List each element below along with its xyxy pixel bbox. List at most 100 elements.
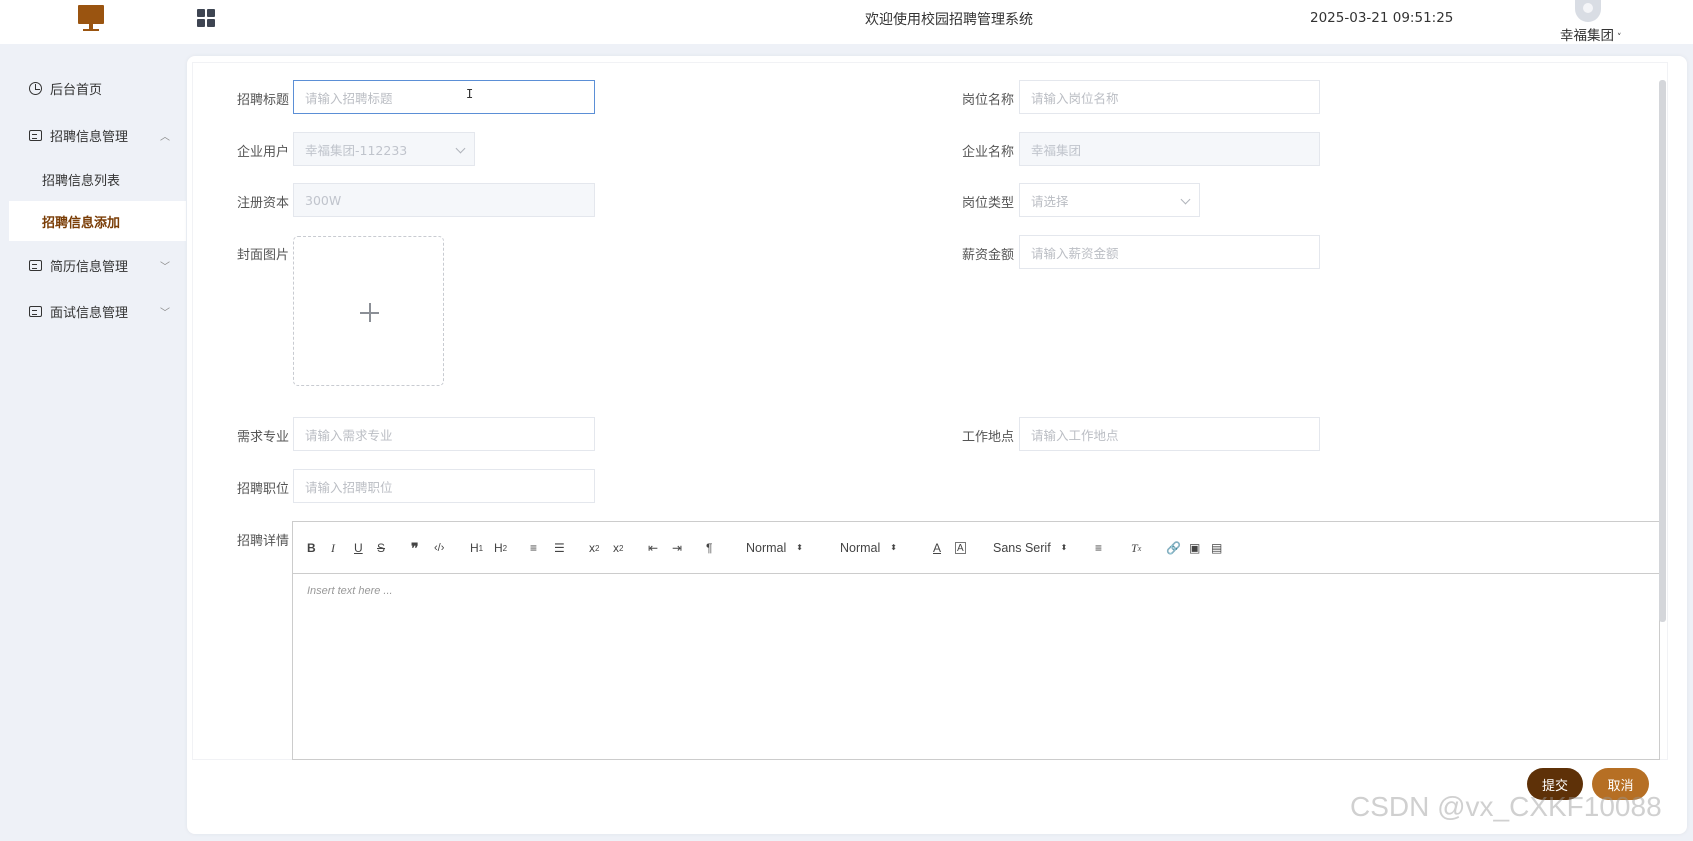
major-input[interactable]: 请输入需求专业: [293, 417, 595, 451]
chevron-up-icon: ︿: [160, 131, 170, 143]
company-name-label: 企业名称: [962, 145, 1015, 160]
ordered-list-icon[interactable]: ≡: [530, 539, 537, 557]
rich-text-editor[interactable]: B I U S ❞ ‹/› H1 H2 ≡ ☰ x2 x2 ⇤ ⇥ ¶ Norm…: [292, 521, 1660, 760]
outdent-icon[interactable]: ⇤: [648, 539, 658, 557]
sidebar-item-label: 简历信息管理: [50, 259, 129, 275]
major-label: 需求专业: [237, 430, 290, 445]
salary-input[interactable]: 请输入薪资金额: [1019, 235, 1320, 269]
position-type-label: 岗位类型: [962, 196, 1015, 211]
user-name: 幸福集团: [1560, 28, 1614, 44]
header-select[interactable]: Normal ⬍: [746, 539, 803, 557]
sidebar-item-interview[interactable]: 面试信息管理 ﹀: [0, 291, 186, 331]
sidebar-subitem-label: 招聘信息列表: [42, 173, 121, 189]
align-icon[interactable]: ≡: [1095, 539, 1102, 557]
cover-upload[interactable]: [293, 236, 444, 386]
company-name-value: 幸福集团: [1031, 142, 1082, 158]
link-icon[interactable]: 🔗: [1166, 539, 1181, 557]
location-input[interactable]: 请输入工作地点: [1019, 417, 1320, 451]
position-type-select[interactable]: 请选择: [1019, 183, 1200, 217]
sidebar-subitem-recruitment-add[interactable]: 招聘信息添加: [9, 201, 186, 241]
superscript-icon[interactable]: x2: [613, 539, 623, 557]
editor-placeholder: Insert text here ...: [307, 585, 393, 597]
position-name-input[interactable]: 请输入岗位名称: [1019, 80, 1320, 114]
underline-icon[interactable]: U: [354, 539, 363, 557]
company-user-label: 企业用户: [237, 145, 290, 160]
font-color-icon[interactable]: A: [933, 539, 941, 557]
sidebar-item-resume[interactable]: 简历信息管理 ﹀: [0, 245, 186, 285]
indent-icon[interactable]: ⇥: [672, 539, 682, 557]
cover-label: 封面图片: [237, 248, 290, 263]
company-user-select[interactable]: 幸福集团-112233: [293, 132, 475, 166]
subscript-icon[interactable]: x2: [589, 539, 599, 557]
title-placeholder: 请输入招聘标题: [305, 90, 393, 106]
sidebar-item-label: 面试信息管理: [50, 305, 129, 321]
job-label: 招聘职位: [237, 482, 290, 497]
chevron-down-icon: [455, 143, 466, 154]
title-input[interactable]: 请输入招聘标题: [293, 80, 595, 114]
salary-placeholder: 请输入薪资金额: [1031, 245, 1119, 261]
direction-icon[interactable]: ¶: [706, 539, 712, 557]
capital-value: 300W: [305, 192, 342, 208]
salary-label: 薪资金额: [962, 248, 1015, 263]
card-icon: [29, 259, 42, 271]
position-name-placeholder: 请输入岗位名称: [1031, 90, 1119, 106]
chevron-down-icon: ﹀: [160, 261, 170, 273]
updown-icon: ⬍: [796, 543, 803, 552]
sidebar-item-recruitment[interactable]: 招聘信息管理 ︿: [0, 115, 186, 155]
size-select-value: Normal: [840, 541, 881, 555]
font-select-value: Sans Serif: [993, 541, 1051, 555]
location-placeholder: 请输入工作地点: [1031, 427, 1119, 443]
code-block-icon[interactable]: ‹/›: [434, 539, 444, 557]
company-user-value: 幸福集团-112233: [305, 142, 408, 158]
sidebar-item-label: 后台首页: [50, 82, 103, 98]
job-placeholder: 请输入招聘职位: [305, 479, 393, 495]
scrollbar[interactable]: [1659, 80, 1666, 622]
editor-toolbar: B I U S ❞ ‹/› H1 H2 ≡ ☰ x2 x2 ⇤ ⇥ ¶ Norm…: [293, 522, 1659, 574]
chevron-down-icon: ﹀: [160, 307, 170, 319]
monitor-logo-icon: [78, 5, 104, 31]
clock-icon: [29, 81, 42, 95]
job-input[interactable]: 请输入招聘职位: [293, 469, 595, 503]
chevron-down-icon: [1180, 194, 1191, 205]
current-datetime: 2025-03-21 09:51:25: [1310, 10, 1454, 26]
bold-icon[interactable]: B: [307, 539, 316, 557]
site-title: 欢迎使用校园招聘管理系统: [865, 12, 1033, 28]
detail-label: 招聘详情: [237, 534, 290, 549]
plus-icon-stem: [369, 303, 371, 322]
avatar[interactable]: [1575, 0, 1601, 22]
sidebar-subitem-recruitment-list[interactable]: 招聘信息列表: [9, 159, 186, 199]
updown-icon: ⬍: [1060, 543, 1068, 552]
size-select[interactable]: Normal ⬍: [840, 539, 897, 557]
image-icon[interactable]: ▣: [1189, 539, 1200, 557]
header1-icon[interactable]: H1: [470, 539, 483, 557]
strike-icon[interactable]: S: [377, 539, 385, 557]
capital-label: 注册资本: [237, 196, 290, 211]
top-bar: 欢迎使用校园招聘管理系统 2025-03-21 09:51:25 幸福集团 ˅: [0, 0, 1693, 44]
header2-icon[interactable]: H2: [494, 539, 507, 557]
location-label: 工作地点: [962, 430, 1015, 445]
video-icon[interactable]: ▤: [1211, 539, 1222, 557]
chevron-down-icon: ˅: [1617, 33, 1622, 43]
italic-icon[interactable]: I: [331, 539, 335, 557]
text-cursor-icon: I: [466, 87, 474, 101]
title-label: 招聘标题: [237, 93, 290, 108]
sidebar-item-dashboard[interactable]: 后台首页: [0, 68, 186, 108]
position-type-placeholder: 请选择: [1031, 193, 1069, 209]
sidebar-subitem-label: 招聘信息添加: [42, 215, 121, 231]
updown-icon: ⬍: [890, 543, 897, 552]
apps-grid-icon[interactable]: [197, 9, 215, 27]
sidebar: 后台首页 招聘信息管理 ︿ 招聘信息列表 招聘信息添加 简历信息管理 ﹀ 面试信…: [0, 44, 186, 841]
background-color-icon[interactable]: A: [955, 542, 966, 554]
blockquote-icon[interactable]: ❞: [411, 539, 419, 557]
major-placeholder: 请输入需求专业: [305, 427, 393, 443]
font-select[interactable]: Sans Serif ⬍: [993, 539, 1067, 557]
company-name-input[interactable]: 幸福集团: [1019, 132, 1320, 166]
capital-input[interactable]: 300W: [293, 183, 595, 217]
bullet-list-icon[interactable]: ☰: [554, 539, 565, 557]
clear-format-icon[interactable]: Tx: [1131, 539, 1141, 557]
card-icon: [29, 129, 42, 141]
position-name-label: 岗位名称: [962, 93, 1015, 108]
card-icon: [29, 305, 42, 317]
user-menu[interactable]: 幸福集团 ˅: [1560, 24, 1622, 44]
header-select-value: Normal: [746, 541, 787, 555]
